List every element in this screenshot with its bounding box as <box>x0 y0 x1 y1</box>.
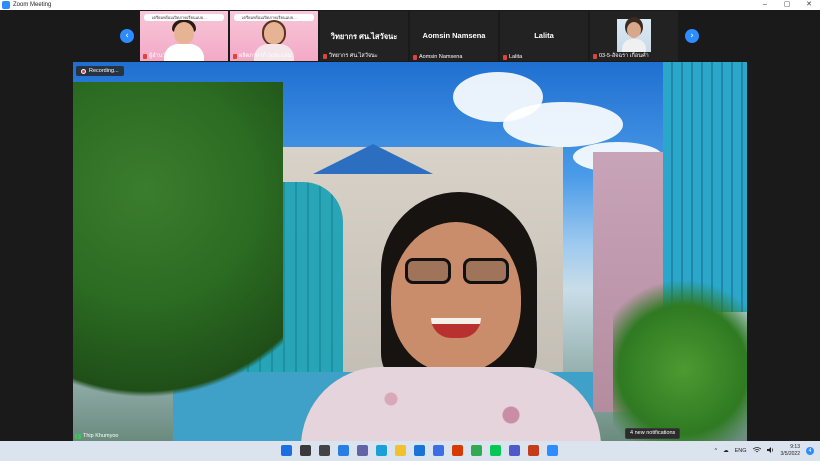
recording-icon <box>81 68 86 74</box>
participant-name: ผลิตภาษาก์ กฤชะแสน <box>233 52 291 60</box>
sky-cloud <box>503 102 623 147</box>
windows-icon[interactable] <box>281 445 292 456</box>
participant-display-name: Aomsin Namsena <box>422 31 486 40</box>
zoom-icon[interactable] <box>547 445 558 456</box>
mail-icon[interactable] <box>414 445 425 456</box>
mic-muted-icon <box>143 53 147 59</box>
office-icon[interactable] <box>452 445 463 456</box>
participant-name: ผู้อำนวยการบัตกต... <box>143 52 197 60</box>
participant-name: วิทยากร ศน.ไสวัจนะ <box>323 52 378 60</box>
speaker-body <box>301 367 601 441</box>
edge-icon[interactable] <box>376 445 387 456</box>
zoom-logo-icon <box>2 1 10 9</box>
window-titlebar: Zoom Meeting – ▢ ✕ <box>0 0 820 10</box>
participant-display-name: วิทยากร ศน.ไสวัจนะ <box>330 32 398 41</box>
participant-strip: ‹ เตรียมพร้อมเปิดภาคเรียนแบบ... ผู้อำนวย… <box>0 10 820 62</box>
notification-toast[interactable]: 4 new notifications <box>625 428 681 439</box>
window-title: Zoom Meeting <box>13 2 52 8</box>
participant-name-text: Lalita <box>509 54 523 60</box>
audio-level-icon <box>75 433 81 439</box>
chrome-icon[interactable] <box>471 445 482 456</box>
recording-indicator[interactable]: Recording... <box>76 66 124 76</box>
participant-tile[interactable]: 03-5-อัจฉรา เกือนคำ <box>590 11 678 61</box>
wifi-icon[interactable] <box>752 447 761 455</box>
clock-date: 3/5/2022 <box>780 451 800 457</box>
participant-name-text: 03-5-อัจฉรา เกือนคำ <box>599 53 649 59</box>
participant-tile[interactable]: วิทยากร ศน.ไสวัจนะ วิทยากร ศน.ไสวัจนะ <box>320 11 408 61</box>
participant-name: Lalita <box>503 54 522 60</box>
taskbar-apps <box>281 445 558 456</box>
participant-tile[interactable]: เตรียมพร้อมเปิดภาคเรียนแบบ... ผลิตภาษาก์… <box>230 11 318 61</box>
notification-center-badge[interactable]: 4 <box>806 447 814 455</box>
participant-name-text: Aomsin Namsena <box>419 54 463 60</box>
volume-icon[interactable] <box>766 447 775 455</box>
participant-name-text: ผู้อำนวยการบัตกต... <box>149 53 197 59</box>
task-view-icon[interactable] <box>319 445 330 456</box>
participant-name: 03-5-อัจฉรา เกือนคำ <box>593 52 649 60</box>
mic-muted-icon <box>503 54 507 60</box>
profile-picture <box>617 19 651 52</box>
photos-icon[interactable] <box>433 445 444 456</box>
participant-name-text: ผลิตภาษาก์ กฤชะแสน <box>239 53 292 59</box>
system-clock[interactable]: 9:13 3/5/2022 <box>781 444 800 458</box>
participant-name: Aomsin Namsena <box>413 54 462 60</box>
language-indicator[interactable]: ENG <box>735 448 747 454</box>
widgets-icon[interactable] <box>338 445 349 456</box>
powerpoint-icon[interactable] <box>528 445 539 456</box>
glasses-lens <box>405 258 451 284</box>
mic-muted-icon <box>593 53 597 59</box>
onedrive-cloud-icon[interactable]: ☁ <box>723 448 729 454</box>
participant-tile[interactable]: Lalita Lalita <box>500 11 588 61</box>
clock-time: 9:13 <box>790 444 800 450</box>
windows-taskbar: ^ ☁ ENG 9:13 3/5/2022 4 <box>0 441 820 461</box>
speaker-name: Thip Khumyoo <box>83 433 119 439</box>
speaker-name-tag: Thip Khumyoo <box>75 433 118 439</box>
participant-display-name: Lalita <box>534 31 554 40</box>
tray-chevron-icon[interactable]: ^ <box>715 448 718 454</box>
participant-face <box>174 22 194 44</box>
minimize-button[interactable]: – <box>754 0 776 10</box>
system-tray: ^ ☁ ENG 9:13 3/5/2022 4 <box>715 441 820 461</box>
window-controls: – ▢ ✕ <box>754 0 820 10</box>
mic-muted-icon <box>233 53 237 59</box>
close-button[interactable]: ✕ <box>798 0 820 10</box>
speaker-face <box>391 222 521 372</box>
participant-tile[interactable]: Aomsin Namsena Aomsin Namsena <box>410 11 498 61</box>
participant-face <box>264 22 284 44</box>
search-icon[interactable] <box>300 445 311 456</box>
participant-name-text: วิทยากร ศน.ไสวัจนะ <box>329 53 378 59</box>
glasses-lens <box>463 258 509 284</box>
prev-page-button[interactable]: ‹ <box>120 29 134 43</box>
mic-muted-icon <box>413 54 417 60</box>
participant-tile[interactable]: เตรียมพร้อมเปิดภาคเรียนแบบ... ผู้อำนวยกา… <box>140 11 228 61</box>
active-speaker-video[interactable] <box>73 62 747 441</box>
teams-icon[interactable] <box>509 445 520 456</box>
next-page-button[interactable]: › <box>685 29 699 43</box>
background-plant <box>613 262 747 441</box>
line-icon[interactable] <box>490 445 501 456</box>
chat-icon[interactable] <box>357 445 368 456</box>
background-tree <box>73 82 283 441</box>
maximize-button[interactable]: ▢ <box>776 0 798 10</box>
recording-label: Recording... <box>89 68 119 74</box>
file-explorer-icon[interactable] <box>395 445 406 456</box>
speaker-glasses <box>405 258 513 284</box>
mic-muted-icon <box>323 53 327 59</box>
